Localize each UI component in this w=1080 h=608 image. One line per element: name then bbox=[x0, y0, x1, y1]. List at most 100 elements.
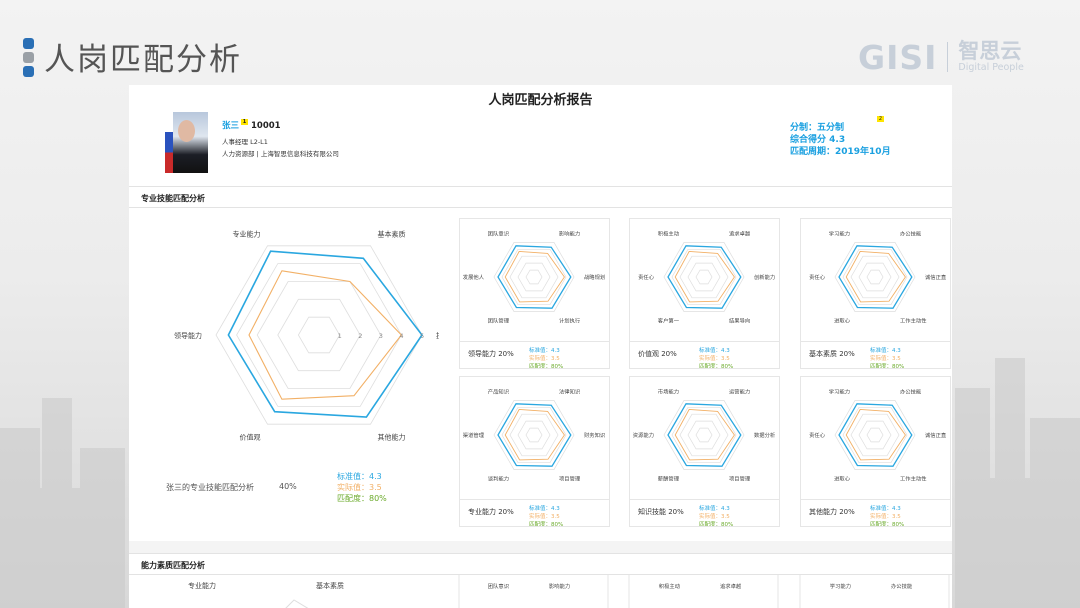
radar-grid-ring bbox=[297, 316, 341, 354]
competency-radar-peek: 专业能力 基本素质 团队意识 影响能力 积极主动 追求卓越 学习能力 办公技能 bbox=[188, 575, 950, 608]
radar-axis-label: 项目管理 bbox=[729, 474, 751, 482]
radar-grid-ring bbox=[866, 269, 884, 285]
mini-std-value: 标准值：4.3 bbox=[699, 348, 730, 354]
radar-axis-label: 影响能力 bbox=[549, 582, 570, 590]
mini-radar-card bbox=[458, 575, 609, 608]
mini-act-value: 实际值：3.5 bbox=[529, 356, 560, 362]
mini-act-value: 实际值：3.5 bbox=[699, 514, 730, 520]
standard-series bbox=[838, 403, 913, 467]
mini-radar-card: 团队意识 影响能力 战略规划 计划执行 团队管理 发展他人 领导能力 20% 标准值：4.3 实… bbox=[459, 218, 610, 369]
standard-series bbox=[838, 245, 913, 309]
employee-identity: 张三 1 10001 bbox=[222, 119, 281, 131]
face bbox=[178, 120, 195, 142]
mini-match-value: 匹配度：80% bbox=[529, 364, 564, 369]
radar-axis-label: 客户第一 bbox=[658, 316, 680, 324]
logo-brand: GISI bbox=[858, 37, 938, 77]
mini-act-value: 实际值：3.5 bbox=[699, 356, 730, 362]
mini-radar-card: 学习能力 办公技能 诚信正直 工作主动性 进取心 责任心 其他能力 20% 标准值：4.3 实际… bbox=[800, 376, 951, 527]
mini-radar-chart: 积极主动 追求卓越创新能力结果导向 客户第一 责任心 bbox=[638, 230, 775, 325]
mini-radar-chart: 学习能力 办公技能诚信正直工作主动性 进取心 责任心 bbox=[809, 230, 947, 325]
radar-scale-tick: 4 bbox=[399, 332, 403, 340]
radar-axis-label: 进取心 bbox=[834, 316, 851, 324]
employee-photo bbox=[165, 112, 208, 173]
logo-divider bbox=[947, 42, 949, 72]
employee-name[interactable]: 张三 bbox=[222, 121, 239, 131]
radar-axis-label: 项目管理 bbox=[559, 474, 581, 482]
mini-act-value: 实际值：3.5 bbox=[870, 514, 901, 520]
radar-axis-label: 工作主动性 bbox=[900, 316, 927, 324]
radar-weight: 40% bbox=[279, 482, 297, 491]
mini-caption: 其他能力 20% bbox=[809, 508, 855, 516]
report-title: 人岗匹配分析报告 bbox=[488, 93, 593, 108]
page-title: 人岗匹配分析 bbox=[44, 42, 242, 78]
mini-std-value: 标准值：4.3 bbox=[699, 506, 730, 512]
match-value: 匹配度：80% bbox=[337, 494, 387, 503]
mini-act-value: 实际值：3.5 bbox=[529, 514, 560, 520]
radar-grid-ring bbox=[236, 263, 402, 407]
radar-axis-label: 计划执行 bbox=[559, 316, 581, 324]
radar-axis-label: 团队意识 bbox=[488, 582, 509, 590]
mini-caption: 专业能力 20% bbox=[468, 508, 514, 516]
radar-axis-label: 基本素质 bbox=[316, 581, 344, 590]
scoring-system: 分制：五分制 bbox=[790, 123, 845, 133]
radar-grid-ring bbox=[509, 255, 559, 299]
employee-dept: 人力资源部 | 上海智思信息科技有限公司 bbox=[222, 150, 339, 158]
divider bbox=[129, 207, 952, 208]
radar-axis-label: 进取心 bbox=[834, 474, 851, 482]
mini-match-value: 匹配度：80% bbox=[529, 522, 564, 527]
radar-grid-ring bbox=[687, 420, 721, 450]
radar-axis-label: 团队意识 bbox=[488, 230, 509, 238]
radar-scale-tick: 2 bbox=[358, 332, 362, 340]
radar-caption: 张三的专业技能匹配分析 bbox=[166, 483, 254, 492]
logo-en: Digital People bbox=[958, 62, 1024, 73]
mini-radar-chart: 市场能力 运营能力数据分析项目管理 薪酬管理 资源能力 bbox=[633, 388, 776, 483]
radar-grid-ring bbox=[679, 413, 729, 457]
radar-grid-ring bbox=[858, 420, 892, 450]
mini-radar-chart: 团队意识 影响能力战略规划计划执行 团队管理 发展他人 bbox=[463, 230, 605, 325]
radar-axis-label: 责任心 bbox=[809, 431, 826, 439]
radar-axis-label: 学习能力 bbox=[830, 582, 851, 590]
skills-radar-chart: 专业能力 基本素质技能要求其他能力 价值观 领导能力 1 2 3 4 5 bbox=[174, 230, 439, 442]
mini-caption: 知识技能 20% bbox=[638, 508, 684, 516]
radar-axis-label: 结果导向 bbox=[729, 316, 750, 324]
radar-axis-label: 影响能力 bbox=[559, 230, 580, 238]
radar-axis-label: 办公技能 bbox=[900, 388, 922, 396]
radar-axis-label: 渠道管理 bbox=[463, 431, 485, 439]
radar-grid-ring bbox=[509, 413, 559, 457]
radar-axis-label: 学习能力 bbox=[829, 230, 850, 238]
radar-scale-tick: 3 bbox=[379, 332, 383, 340]
radar-axis-label: 追求卓越 bbox=[720, 582, 742, 590]
score-summary: 分制：五分制 综合得分 4.3 匹配周期：2019年10月 bbox=[790, 122, 891, 158]
mini-radar-card bbox=[799, 575, 950, 608]
card-divider bbox=[801, 341, 950, 342]
section-title-competency: 能力素质匹配分析 bbox=[141, 561, 205, 570]
radar-axis-label: 谈判能力 bbox=[488, 474, 509, 482]
radar-grid-ring bbox=[517, 420, 551, 450]
radar-grid-ring bbox=[695, 269, 713, 285]
radar-grid-ring bbox=[850, 413, 900, 457]
standard-value: 标准值：4.3 bbox=[337, 472, 382, 481]
radar-grid-ring bbox=[277, 298, 361, 372]
mini-caption: 价值观 20% bbox=[638, 350, 677, 358]
radar-axis-label: 积极主动 bbox=[659, 582, 680, 590]
radar-grid-ring bbox=[525, 269, 543, 285]
radar-axis-label: 诚信正直 bbox=[925, 273, 947, 281]
radar-axis-label: 价值观 bbox=[240, 432, 261, 441]
employee-id: 10001 bbox=[250, 121, 281, 131]
logo-cn: 智思云 bbox=[958, 39, 1022, 63]
mini-match-value: 匹配度：80% bbox=[699, 522, 734, 527]
radar-axis-label: 基本素质 bbox=[378, 230, 406, 239]
title-decoration bbox=[23, 38, 36, 80]
standard-series bbox=[667, 245, 742, 309]
radar-axis-label: 运营能力 bbox=[729, 388, 750, 396]
radar-grid-ring bbox=[285, 599, 309, 608]
card-divider bbox=[630, 341, 779, 342]
divider bbox=[129, 553, 952, 554]
actual-value: 实际值：3.5 bbox=[337, 483, 382, 492]
mini-radar-card bbox=[628, 575, 779, 608]
flag-backdrop bbox=[165, 112, 173, 173]
report-sheet: 人岗匹配分析报告 张三 1 10001 人事经理 L2-L1 人力资源部 | 上海… bbox=[129, 85, 952, 608]
standard-series bbox=[497, 403, 572, 467]
radar-grid-ring bbox=[525, 427, 543, 443]
radar-grid-ring bbox=[695, 427, 713, 443]
